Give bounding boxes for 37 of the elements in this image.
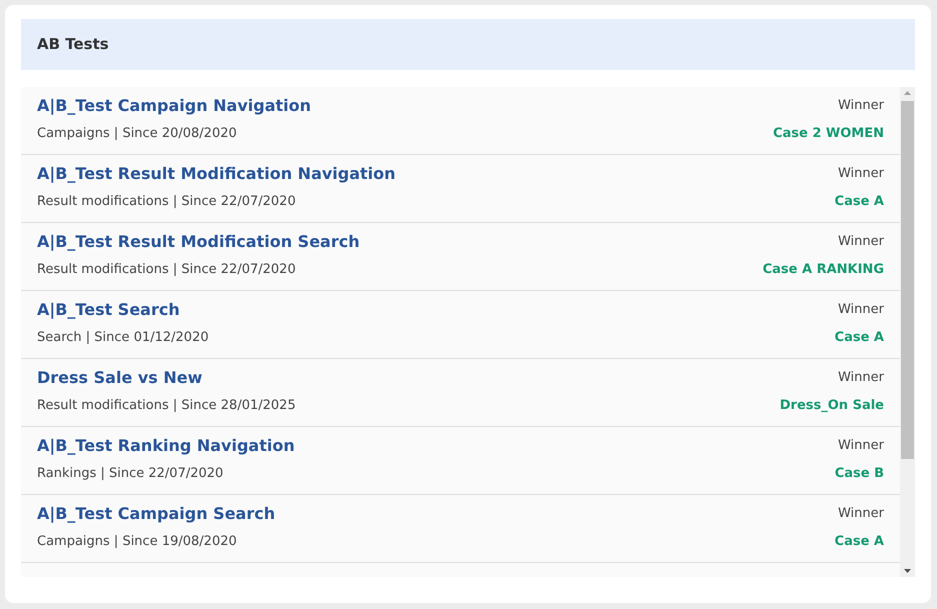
winner-label: Winner [836, 437, 884, 455]
test-name-link[interactable]: A|B_Test Result Modification Search [37, 229, 360, 255]
test-row[interactable]: A|B_Test Result Modification Search Result modifications | Since 22/07/2020 Winner Case A RANKING [21, 223, 900, 291]
test-subtitle: Campaigns | Since 19/08/2020 [37, 533, 238, 551]
winner-label: Winner [836, 505, 884, 523]
winner-value: Dress_On Sale [780, 397, 884, 415]
winner-value: Case B [834, 465, 884, 483]
scrollbar[interactable] [900, 87, 915, 577]
test-name-link[interactable]: A|B_Test Campaign Navigation [37, 93, 312, 119]
test-row[interactable]: A|B_Test Ranking Navigation Rankings | Since 22/07/2020 Winner Case B [21, 427, 900, 495]
test-subtitle: Rankings | Since 22/07/2020 [37, 465, 224, 483]
test-row[interactable]: A|B_Test Campaign Navigation Campaigns | Since 20/08/2020 Winner Case 2 WOMEN [21, 87, 900, 155]
test-subtitle: Search | Since 01/12/2020 [37, 329, 209, 347]
test-row[interactable]: A|B_Test Campaign Search Campaigns | Since 19/08/2020 Winner Case A [21, 495, 900, 563]
test-name-link[interactable]: Dress Sale vs New [37, 365, 296, 391]
test-row[interactable]: A|B_Test Search Search | Since 01/12/2020 Winner Case A [21, 291, 900, 359]
winner-value: Case A RANKING [762, 261, 884, 279]
winner-label: Winner [836, 301, 884, 319]
winner-label: Winner [836, 97, 884, 115]
winner-value: Case 2 WOMEN [772, 125, 884, 143]
panel-title: AB Tests [37, 34, 109, 56]
test-row[interactable]: A|B_Test Result Modification Navigation Result modifications | Since 22/07/2020 Winner Case A [21, 155, 900, 223]
test-name-link[interactable]: A|B_Test Result Modification Navigation [37, 161, 396, 187]
winner-value: Case A [834, 193, 884, 211]
test-name-link[interactable]: A|B_Test Ranking Navigation [37, 433, 295, 459]
test-name-link[interactable]: A|B_Test Search [37, 297, 209, 323]
test-row[interactable]: Dress Sale vs New Result modifications | Since 28/01/2025 Winner Dress_On Sale [21, 359, 900, 427]
winner-label: Winner [836, 165, 884, 183]
test-subtitle: Result modifications | Since 28/01/2025 [37, 397, 296, 415]
winner-label: Winner [836, 369, 884, 387]
winner-label: Winner [836, 233, 884, 251]
test-subtitle: Campaigns | Since 20/08/2020 [37, 125, 238, 143]
test-subtitle: Result modifications | Since 22/07/2020 [37, 261, 297, 279]
winner-value: Case A [834, 329, 884, 347]
test-name-link[interactable]: A|B_Test Campaign Search [37, 501, 276, 527]
winner-value: Case A [834, 533, 884, 551]
test-subtitle: Result modifications | Since 22/07/2020 [37, 193, 297, 211]
